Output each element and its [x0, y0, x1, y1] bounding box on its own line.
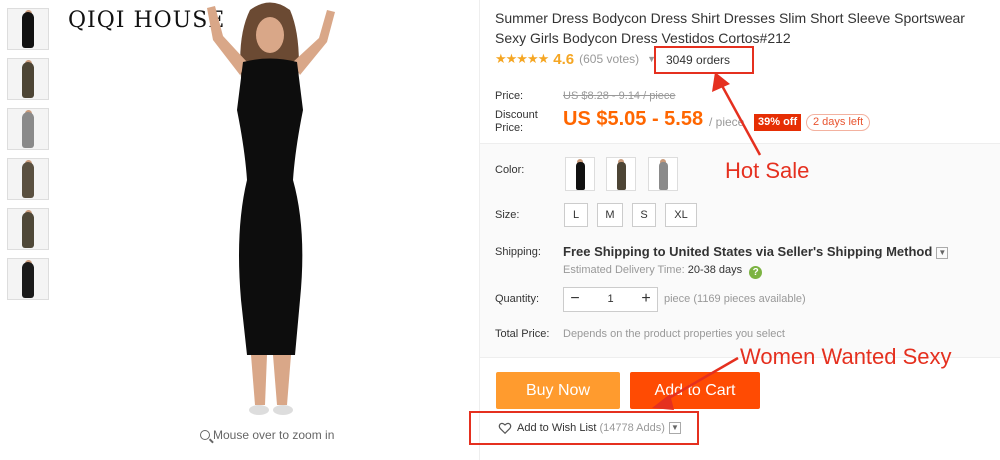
wish-list-label: Add to Wish List	[517, 422, 597, 434]
add-to-wish-list[interactable]: Add to Wish List (14778 Adds) ▼	[469, 411, 699, 445]
shipping-method: Free Shipping to United States via Selle…	[563, 244, 949, 259]
estimated-delivery: Estimated Delivery Time: 20-38 days ?	[563, 264, 763, 279]
heart-icon	[498, 422, 512, 435]
price-label: Price:	[495, 90, 524, 102]
thumbnail-4[interactable]	[7, 158, 49, 200]
thumbnail-3[interactable]	[7, 108, 49, 150]
main-product-image[interactable]: QIQI HOUSE	[60, 0, 470, 425]
rating-row: ★★★★★ 4.6 (605 votes) ▼	[495, 50, 656, 68]
days-left-badge: 2 days left	[806, 114, 871, 131]
color-label: Color:	[495, 164, 525, 176]
wish-list-dropdown-icon[interactable]: ▼	[668, 422, 681, 434]
color-swatch-olive[interactable]	[606, 157, 636, 191]
thumbnail-strip	[7, 8, 49, 308]
size-label: Size:	[495, 209, 520, 221]
per-piece-label: / piece	[709, 115, 745, 129]
help-icon[interactable]: ?	[749, 266, 763, 279]
color-swatch-grey[interactable]	[648, 157, 678, 191]
increment-button[interactable]: +	[635, 288, 657, 311]
wish-list-count: (14778 Adds)	[599, 422, 665, 434]
thumbnail-2[interactable]	[7, 58, 49, 100]
votes-link[interactable]: (605 votes)	[579, 52, 639, 66]
buy-now-button[interactable]: Buy Now	[496, 372, 620, 409]
shipping-label: Shipping:	[495, 246, 541, 258]
discount-price-label: Discount Price:	[495, 109, 538, 134]
discount-price: US $5.05 - 5.58	[563, 108, 704, 130]
model-figure	[207, 2, 335, 415]
quantity-input[interactable]: 1	[586, 288, 635, 311]
original-price: US $8.28 - 9.14 / piece	[563, 90, 676, 102]
rating-value: 4.6	[553, 50, 575, 68]
shipping-dropdown-icon[interactable]: ▼	[936, 247, 949, 259]
add-to-cart-button[interactable]: Add to Cart	[630, 372, 760, 409]
decrement-button[interactable]: −	[564, 288, 586, 311]
color-swatch-black[interactable]	[565, 157, 595, 191]
discount-badge: 39% off	[754, 114, 802, 131]
size-option-m[interactable]: M	[597, 203, 623, 227]
star-rating-icon: ★★★★★	[495, 51, 549, 66]
thumbnail-1[interactable]	[7, 8, 49, 50]
quantity-stepper: − 1 +	[563, 287, 658, 312]
annotation-women-wanted: Women Wanted Sexy	[740, 344, 952, 369]
size-option-xl[interactable]: XL	[665, 203, 697, 227]
thumbnail-6[interactable]	[7, 258, 49, 300]
quantity-available: piece (1169 pieces available)	[664, 293, 806, 305]
product-title: Summer Dress Bodycon Dress Shirt Dresses…	[495, 10, 965, 46]
thumbnail-5[interactable]	[7, 208, 49, 250]
total-price-note: Depends on the product properties you se…	[563, 328, 785, 340]
annotation-hot-sale: Hot Sale	[725, 158, 810, 183]
total-price-label: Total Price:	[495, 328, 550, 340]
size-option-s[interactable]: S	[632, 203, 656, 227]
quantity-label: Quantity:	[495, 293, 540, 305]
size-option-l[interactable]: L	[564, 203, 588, 227]
magnifier-icon	[200, 430, 210, 440]
zoom-hint: Mouse over to zoom in	[200, 428, 334, 442]
orders-count: 3049 orders	[654, 46, 754, 74]
